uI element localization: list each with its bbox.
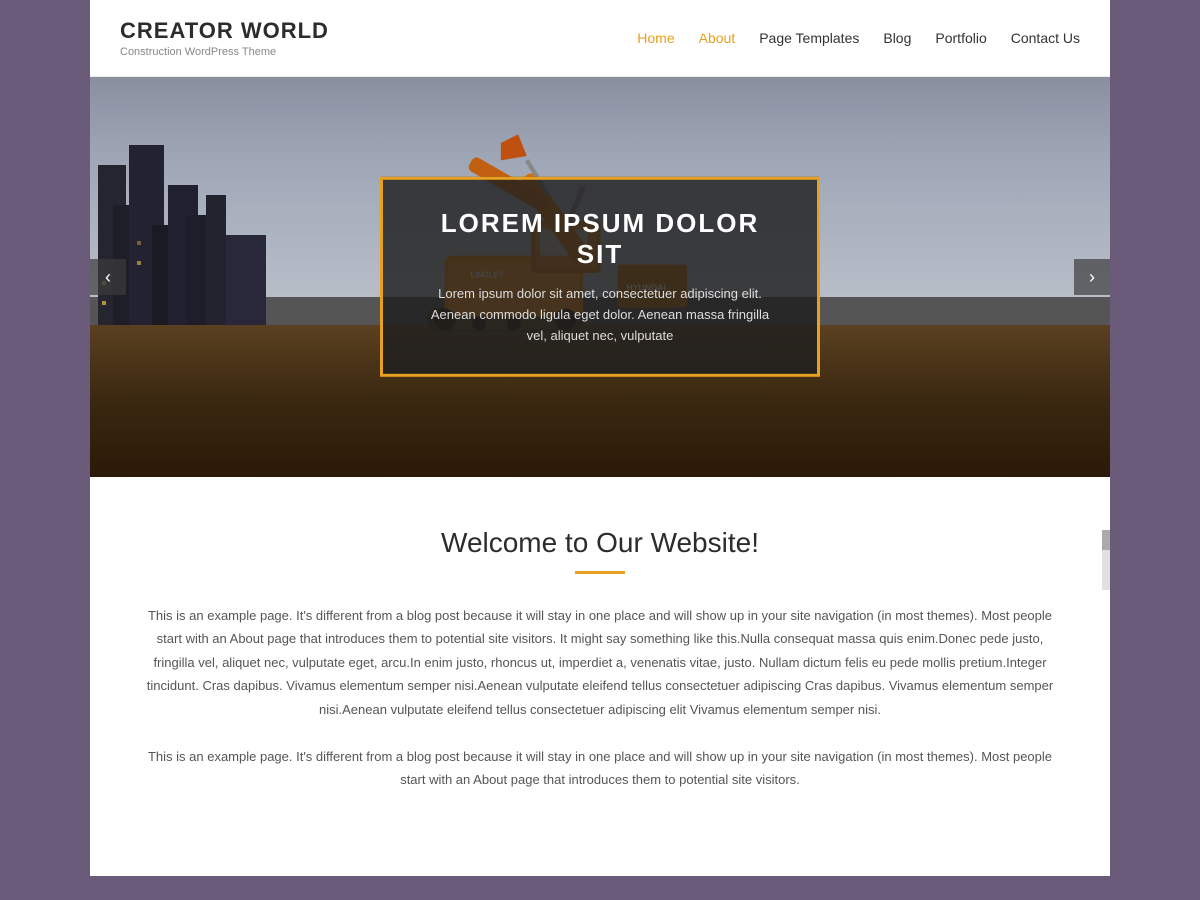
nav-item-portfolio[interactable]: Portfolio bbox=[935, 30, 986, 46]
scrollbar-track[interactable] bbox=[1102, 530, 1110, 590]
nav-item-page-templates[interactable]: Page Templates bbox=[759, 30, 859, 46]
nav-item-home[interactable]: Home bbox=[637, 30, 674, 46]
hero-slider: HYUNDAI LINDLEY LOREM IPSUM DOLOR SIT Lo… bbox=[90, 77, 1110, 477]
hero-overlay-box: LOREM IPSUM DOLOR SIT Lorem ipsum dolor … bbox=[380, 177, 820, 377]
site-header: CREATOR WORLD Construction WordPress The… bbox=[90, 0, 1110, 77]
content-paragraph-2: This is an example page. It's different … bbox=[140, 745, 1060, 792]
site-title: CREATOR WORLD bbox=[120, 18, 329, 44]
nav-item-blog[interactable]: Blog bbox=[883, 30, 911, 46]
main-content: Welcome to Our Website! This is an examp… bbox=[90, 477, 1110, 876]
site-subtitle: Construction WordPress Theme bbox=[120, 46, 329, 58]
logo-area: CREATOR WORLD Construction WordPress The… bbox=[120, 18, 329, 58]
prev-arrow-icon: ‹ bbox=[105, 267, 111, 288]
slider-prev-button[interactable]: ‹ bbox=[90, 259, 126, 295]
nav-item-contact[interactable]: Contact Us bbox=[1011, 30, 1080, 46]
content-paragraph-1: This is an example page. It's different … bbox=[140, 604, 1060, 721]
hero-title: LOREM IPSUM DOLOR SIT bbox=[423, 208, 777, 270]
title-divider bbox=[575, 571, 625, 574]
next-arrow-icon: › bbox=[1089, 267, 1095, 288]
slider-next-button[interactable]: › bbox=[1074, 259, 1110, 295]
hero-description: Lorem ipsum dolor sit amet, consectetuer… bbox=[423, 284, 777, 346]
welcome-title: Welcome to Our Website! bbox=[140, 527, 1060, 559]
main-nav: Home About Page Templates Blog Portfolio… bbox=[637, 30, 1080, 46]
nav-item-about[interactable]: About bbox=[699, 30, 736, 46]
page-wrapper: CREATOR WORLD Construction WordPress The… bbox=[90, 0, 1110, 876]
scrollbar-thumb[interactable] bbox=[1102, 530, 1110, 550]
